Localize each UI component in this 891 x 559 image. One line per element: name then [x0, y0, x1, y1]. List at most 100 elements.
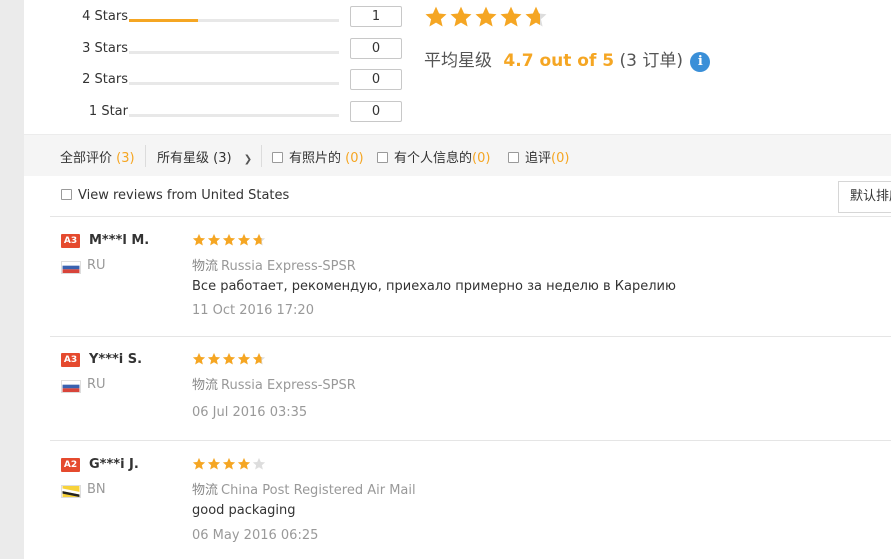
review-rating-stars	[192, 457, 267, 471]
filter-divider	[145, 145, 146, 167]
list-divider	[50, 440, 891, 441]
reviewer-country: RU	[87, 377, 106, 392]
logistics-method: Russia Express-SPSR	[221, 259, 356, 274]
star-icon	[207, 233, 221, 246]
review-text: Все работает, рекомендую, приехало приме…	[192, 279, 676, 294]
buyer-level-badge: A2	[61, 458, 80, 472]
rating-bar	[129, 114, 339, 117]
star-icon	[525, 6, 547, 27]
review-date: 11 Oct 2016 17:20	[192, 303, 314, 318]
rating-row-label: 1 Star	[88, 104, 128, 119]
filter-label: 有照片的	[289, 151, 342, 166]
star-icon	[252, 352, 266, 365]
reviewer-country: BN	[87, 482, 106, 497]
filter-count: (3)	[116, 151, 135, 166]
rating-row-label: 3 Stars	[82, 41, 128, 56]
filter-additional-feedback[interactable]: 追评(0)	[508, 147, 569, 166]
star-icon	[450, 6, 472, 27]
filter-with-photos[interactable]: 有照片的 (0)	[272, 147, 364, 166]
average-rating-stars	[424, 5, 549, 33]
star-icon	[192, 233, 206, 246]
rating-row-label: 2 Stars	[82, 72, 128, 87]
star-icon	[222, 352, 236, 365]
star-icon	[207, 457, 221, 470]
star-icon	[500, 6, 522, 27]
rating-count-box: 0	[350, 69, 402, 90]
russia-flag-icon	[61, 380, 81, 393]
info-icon[interactable]: i	[690, 52, 711, 72]
sort-dropdown[interactable]: 默认排序	[838, 181, 891, 213]
filter-united-states[interactable]: View reviews from United States	[61, 188, 289, 203]
buyer-level-badge: A3	[61, 353, 80, 367]
star-icon	[252, 233, 266, 246]
star-icon	[237, 352, 251, 365]
checkbox-icon[interactable]	[508, 152, 519, 163]
list-divider	[50, 336, 891, 337]
rating-count-box: 0	[350, 101, 402, 122]
rating-row-2[interactable]: 2 Stars 0	[24, 69, 404, 91]
star-icon	[475, 6, 497, 27]
review-rating-stars	[192, 352, 267, 366]
rating-bar	[129, 51, 339, 54]
filter-count: (0)	[472, 151, 491, 166]
filter-star-dropdown[interactable]: 所有星级 (3) ❯	[157, 147, 252, 166]
filter-count: (0)	[345, 151, 364, 166]
rating-row-3[interactable]: 3 Stars 0	[24, 38, 404, 60]
reviewer-name: G***i J.	[89, 457, 139, 472]
list-divider	[50, 216, 891, 217]
star-icon	[207, 352, 221, 365]
filter-all-reviews[interactable]: 全部评价 (3)	[60, 147, 135, 166]
average-rating-value: 4.7 out of 5	[503, 51, 615, 71]
review-rating-stars	[192, 233, 267, 247]
logistics-info: 物流 Russia Express-SPSR	[192, 255, 356, 274]
logistics-label: 物流	[192, 378, 219, 393]
rating-row-4[interactable]: 4 Stars 1	[24, 6, 404, 28]
logistics-label: 物流	[192, 483, 219, 498]
logistics-method: China Post Registered Air Mail	[221, 483, 416, 498]
star-icon	[425, 6, 447, 27]
page-gutter	[0, 0, 24, 559]
star-icon	[192, 457, 206, 470]
review-text: good packaging	[192, 503, 296, 518]
rating-count-box: 1	[350, 6, 402, 27]
average-rating-summary: 平均星级 4.7 out of 5 (3 订单) i	[424, 46, 711, 72]
star-icon	[192, 352, 206, 365]
rating-row-1[interactable]: 1 Star 0	[24, 101, 404, 123]
filter-label: 追评	[525, 151, 552, 166]
checkbox-icon[interactable]	[61, 189, 72, 200]
logistics-label: 物流	[192, 259, 219, 274]
star-icon	[237, 233, 251, 246]
average-rating-label: 平均星级	[424, 51, 492, 71]
reviewer-name: M***l M.	[89, 233, 150, 248]
logistics-info: 物流 China Post Registered Air Mail	[192, 479, 416, 498]
filter-label: 有个人信息的	[394, 151, 473, 166]
checkbox-icon[interactable]	[377, 152, 388, 163]
star-icon	[222, 457, 236, 470]
brunei-flag-icon	[61, 485, 81, 498]
order-count: (3 订单)	[619, 51, 683, 71]
review-date: 06 Jul 2016 03:35	[192, 405, 308, 420]
rating-row-label: 4 Stars	[82, 9, 128, 24]
checkbox-icon[interactable]	[272, 152, 283, 163]
rating-bar	[129, 19, 339, 22]
rating-bar	[129, 82, 339, 85]
filter-label: 全部评价	[60, 151, 113, 166]
filter-label: 所有星级	[157, 151, 210, 166]
review-date: 06 May 2016 06:25	[192, 528, 319, 543]
logistics-info: 物流 Russia Express-SPSR	[192, 374, 356, 393]
star-icon	[252, 457, 266, 470]
reviewer-country: RU	[87, 258, 106, 273]
rating-bar-fill	[129, 19, 199, 22]
logistics-method: Russia Express-SPSR	[221, 378, 356, 393]
review-filter-bar: 全部评价 (3) 所有星级 (3) ❯ 有照片的 (0) 有个人信息的(0) 追…	[24, 134, 891, 176]
filter-personal-info[interactable]: 有个人信息的(0)	[377, 147, 490, 166]
filter-label: View reviews from United States	[78, 188, 290, 203]
russia-flag-icon	[61, 261, 81, 274]
rating-count-box: 0	[350, 38, 402, 59]
chevron-down-icon: ❯	[243, 154, 253, 165]
filter-count: (0)	[551, 151, 570, 166]
buyer-level-badge: A3	[61, 234, 80, 248]
filter-count: (3)	[213, 151, 232, 166]
filter-divider	[261, 145, 262, 167]
reviewer-name: Y***i S.	[89, 352, 143, 367]
